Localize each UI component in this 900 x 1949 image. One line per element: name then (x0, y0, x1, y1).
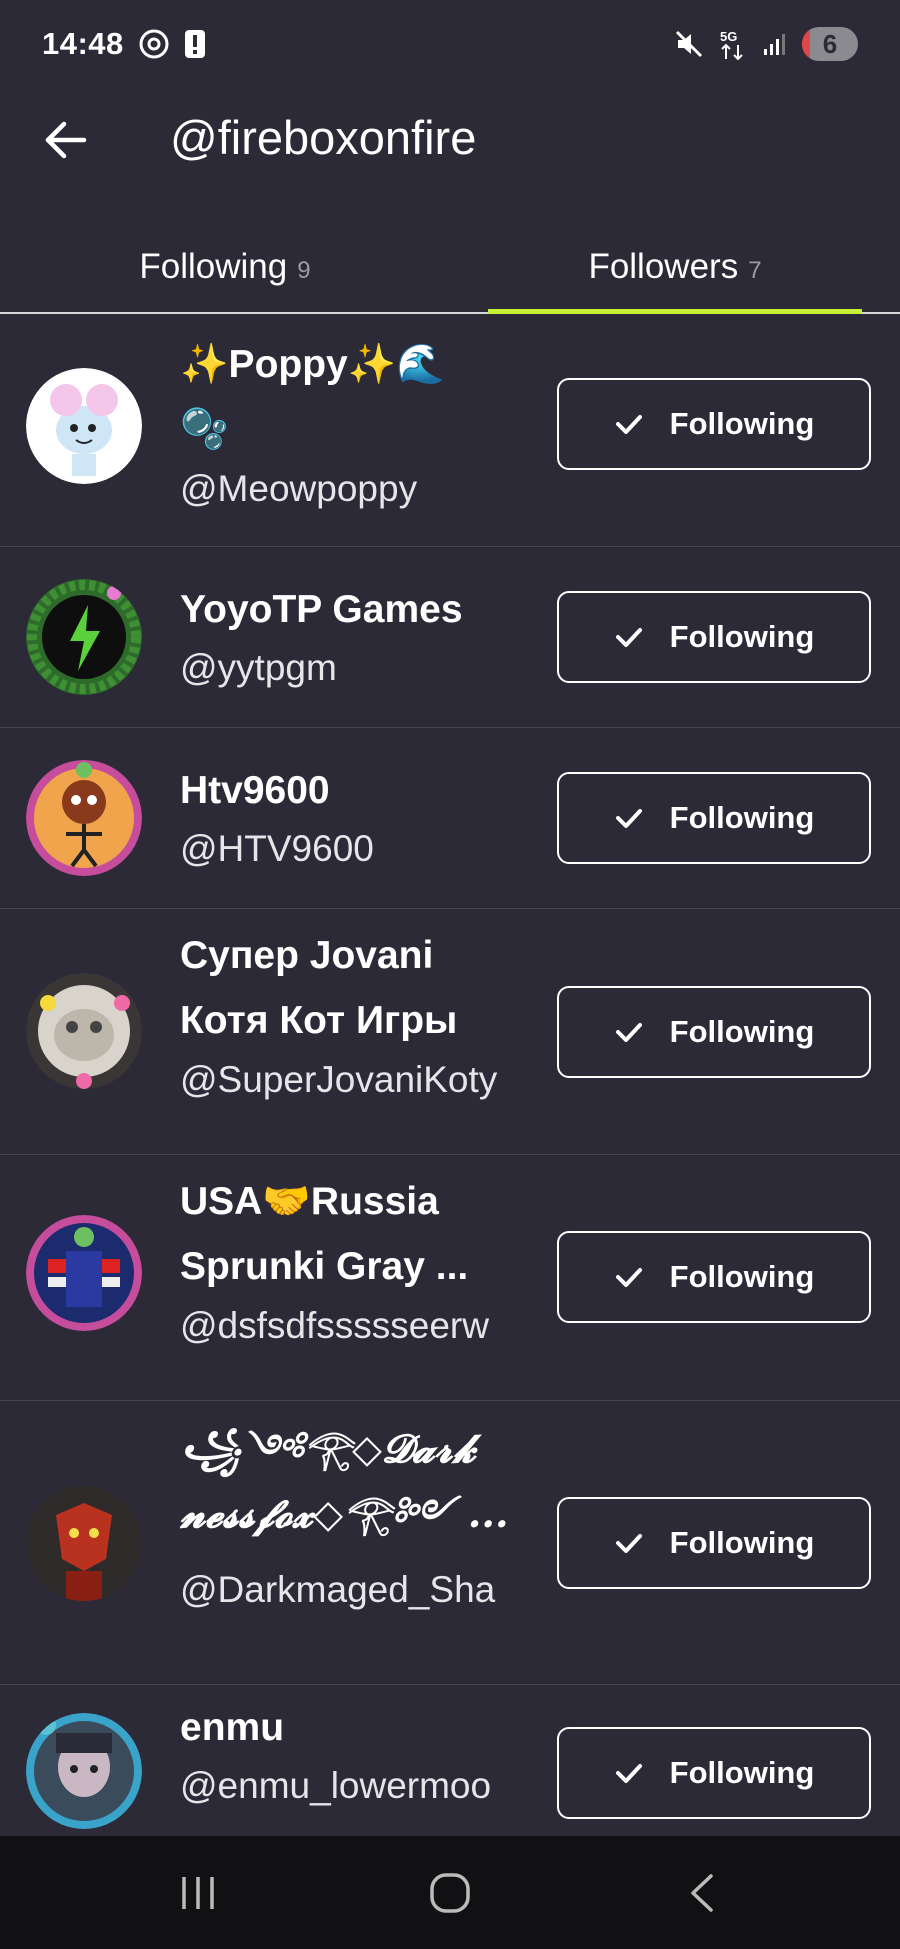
user-handle: @Darkmaged_Sha (180, 1569, 496, 1610)
check-icon (615, 1023, 642, 1042)
user-name-line2: Sprunki Gray ... (180, 1245, 469, 1288)
tab-following-count: 9 (297, 257, 311, 284)
following-button[interactable]: Following (557, 378, 871, 470)
check-icon (615, 628, 642, 647)
network-5g-icon: 5G (718, 27, 748, 61)
user-name[interactable]: ꧁༺𓂀◇𝓓𝓪𝓻𝓴 𝓷𝓮𝓼𝓼𝓯𝓸𝔁◇𓂀༻ ... (180, 1417, 520, 1547)
signal-icon (762, 31, 788, 57)
back-button[interactable] (40, 114, 92, 166)
avatar[interactable] (26, 1215, 142, 1331)
user-name[interactable]: enmu (180, 1695, 520, 1760)
check-icon (615, 415, 642, 434)
following-button-label: Following (669, 1755, 815, 1790)
following-button-label: Following (669, 1014, 815, 1049)
list-item[interactable]: ꧁༺𓂀◇𝓓𝓪𝓻𝓴 𝓷𝓮𝓼𝓼𝓯𝓸𝔁◇𓂀༻ ... @Darkmaged_Sha F… (0, 1401, 900, 1685)
check-icon (615, 1764, 642, 1783)
user-handle: @SuperJovaniKoty (180, 1059, 498, 1100)
user-name-line1: Htv9600 (180, 769, 330, 812)
user-name-line1: ✨Poppy✨🌊 (180, 343, 445, 386)
list-item[interactable]: enmu @enmu_lowermoo Following (0, 1685, 900, 1836)
home-icon (430, 1872, 470, 1913)
user-handle: @yytpgm (180, 647, 337, 688)
user-name[interactable]: Htv9600 (180, 758, 520, 823)
following-button-label: Following (669, 406, 815, 441)
following-button-label: Following (669, 1259, 815, 1294)
tab-followers[interactable]: Followers 7 (450, 220, 900, 314)
mute-icon (674, 29, 704, 59)
following-button-label: Following (669, 1525, 815, 1560)
status-time: 14:48 (42, 26, 124, 61)
arrow-left-icon (45, 121, 87, 159)
user-name-line2: 🫧 (180, 408, 229, 451)
user-name[interactable]: YoyoTP Games (180, 577, 520, 642)
check-icon (615, 1268, 642, 1287)
page-title: @fireboxonfire (170, 111, 477, 164)
user-name-line1: YoyoTP Games (180, 588, 463, 631)
user-handle: @enmu_lowermoo (180, 1765, 492, 1806)
user-handle: @Meowpoppy (180, 468, 418, 509)
avatar[interactable] (26, 579, 142, 695)
system-nav-bar (0, 1836, 900, 1949)
following-button[interactable]: Following (557, 772, 871, 864)
following-button[interactable]: Following (557, 1497, 871, 1589)
following-button-label: Following (669, 619, 815, 654)
avatar[interactable] (26, 1485, 142, 1601)
list-item[interactable]: YoyoTP Games @yytpgm Following (0, 547, 900, 728)
tab-following-label: Following (139, 247, 288, 286)
user-name-line2: Котя Кот Игры (180, 999, 458, 1042)
alert-icon (184, 29, 206, 59)
following-button[interactable]: Following (557, 591, 871, 683)
avatar[interactable] (26, 973, 142, 1089)
following-button[interactable]: Following (557, 986, 871, 1078)
check-icon (615, 809, 642, 828)
tab-followers-count: 7 (748, 257, 762, 284)
active-tab-indicator (488, 309, 862, 314)
user-handle: @HTV9600 (180, 828, 374, 869)
tab-bar: Following 9 Followers 7 (0, 220, 900, 314)
user-name[interactable]: ✨Poppy✨🌊 🫧 (180, 332, 520, 462)
tab-followers-label: Followers (588, 247, 739, 286)
at-sign-icon (138, 28, 170, 60)
svg-text:5G: 5G (720, 29, 737, 44)
list-item[interactable]: USA🤝Russia Sprunki Gray ... @dsfsdfsssss… (0, 1155, 900, 1401)
recent-apps-icon (182, 1876, 214, 1909)
recent-apps-button[interactable] (138, 1836, 258, 1949)
tab-following[interactable]: Following 9 (0, 220, 450, 314)
list-item[interactable]: Супер Jovani Котя Кот Игры @SuperJovaniK… (0, 909, 900, 1155)
list-item[interactable]: Htv9600 @HTV9600 Following (0, 728, 900, 909)
list-item[interactable]: ✨Poppy✨🌊 🫧 @Meowpoppy Following (0, 316, 900, 547)
battery-level: 6 (822, 28, 838, 59)
status-bar: 14:48 5G 6 (0, 0, 900, 88)
back-nav-button[interactable] (642, 1836, 762, 1949)
check-icon (615, 1534, 642, 1553)
user-name-line1: Супер Jovani (180, 934, 434, 977)
avatar[interactable] (26, 1713, 142, 1829)
following-button[interactable]: Following (557, 1727, 871, 1819)
battery-icon: 6 (802, 27, 858, 61)
user-handle: @dsfsdfssssseerw (180, 1305, 489, 1346)
user-name[interactable]: USA🤝Russia Sprunki Gray ... (180, 1169, 520, 1299)
avatar[interactable] (26, 760, 142, 876)
back-nav-icon (691, 1873, 713, 1912)
home-button[interactable] (390, 1836, 510, 1949)
following-button[interactable]: Following (557, 1231, 871, 1323)
user-name-line1: USA🤝Russia (180, 1180, 439, 1223)
user-name-line1: ꧁༺𓂀◇𝓓𝓪𝓻𝓴 (180, 1426, 476, 1472)
user-name-line1: enmu (180, 1706, 285, 1749)
following-button-label: Following (669, 800, 815, 835)
app-header: @fireboxonfire (0, 88, 900, 192)
avatar[interactable] (26, 368, 142, 484)
user-name-line2: 𝓷𝓮𝓼𝓼𝓯𝓸𝔁◇𓂀༻ ... (180, 1491, 509, 1537)
user-name[interactable]: Супер Jovani Котя Кот Игры (180, 923, 520, 1053)
